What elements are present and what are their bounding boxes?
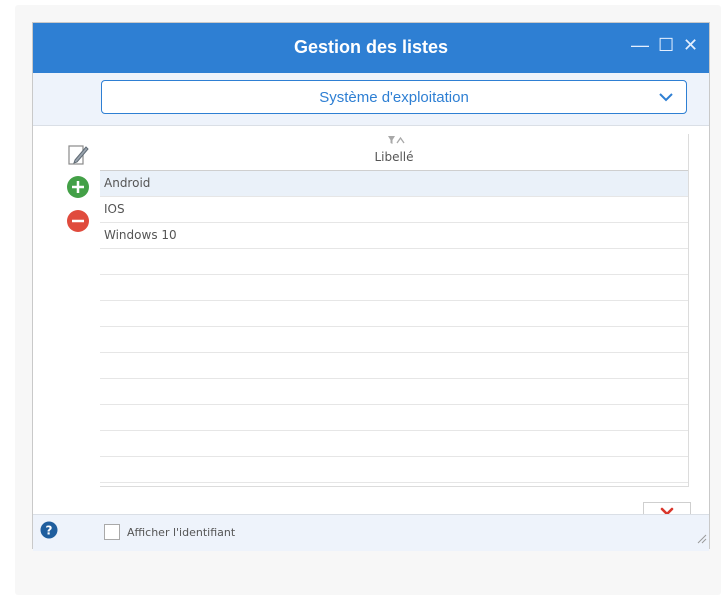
table-row	[100, 457, 688, 483]
table-row[interactable]: Windows 10	[100, 223, 688, 249]
toolbar: Système d'exploitation	[33, 73, 709, 126]
table-row	[100, 301, 688, 327]
table-row	[100, 275, 688, 301]
table-row	[100, 353, 688, 379]
minus-circle-icon[interactable]	[67, 210, 89, 237]
show-id-label[interactable]: Afficher l'identifiant	[127, 526, 235, 539]
plus-circle-icon[interactable]	[67, 176, 89, 203]
question-icon[interactable]: ?	[40, 521, 58, 544]
minimize-button[interactable]: —	[631, 33, 649, 57]
table-row	[100, 405, 688, 431]
grid-header: Libellé	[100, 134, 688, 171]
list-grid: Libellé Android IOS Windows 10	[100, 134, 689, 487]
window-title: Gestion des listes	[293, 37, 449, 57]
maximize-button[interactable]: ☐	[658, 33, 674, 57]
chevron-down-icon	[658, 90, 674, 109]
table-row	[100, 327, 688, 353]
close-window-button[interactable]: ✕	[683, 33, 698, 57]
grid-rows: Android IOS Windows 10	[100, 171, 688, 483]
table-row	[100, 249, 688, 275]
list-management-window: Gestion des listes — ☐ ✕ Système d'explo…	[32, 22, 710, 551]
column-header-libelle[interactable]: Libellé	[100, 150, 688, 164]
title-bar[interactable]: Gestion des listes — ☐ ✕	[33, 23, 709, 73]
table-row	[100, 431, 688, 457]
footer-bar: ? Afficher l'identifiant	[33, 514, 709, 551]
table-row[interactable]: Android	[100, 171, 688, 197]
pencil-edit-icon[interactable]	[67, 143, 89, 172]
resize-grip-icon[interactable]	[695, 531, 707, 549]
table-row	[100, 379, 688, 405]
list-type-value: Système d'exploitation	[319, 89, 469, 106]
table-row[interactable]: IOS	[100, 197, 688, 223]
show-id-checkbox[interactable]	[104, 524, 120, 540]
list-type-select[interactable]: Système d'exploitation	[101, 80, 687, 114]
svg-text:?: ?	[46, 524, 53, 538]
